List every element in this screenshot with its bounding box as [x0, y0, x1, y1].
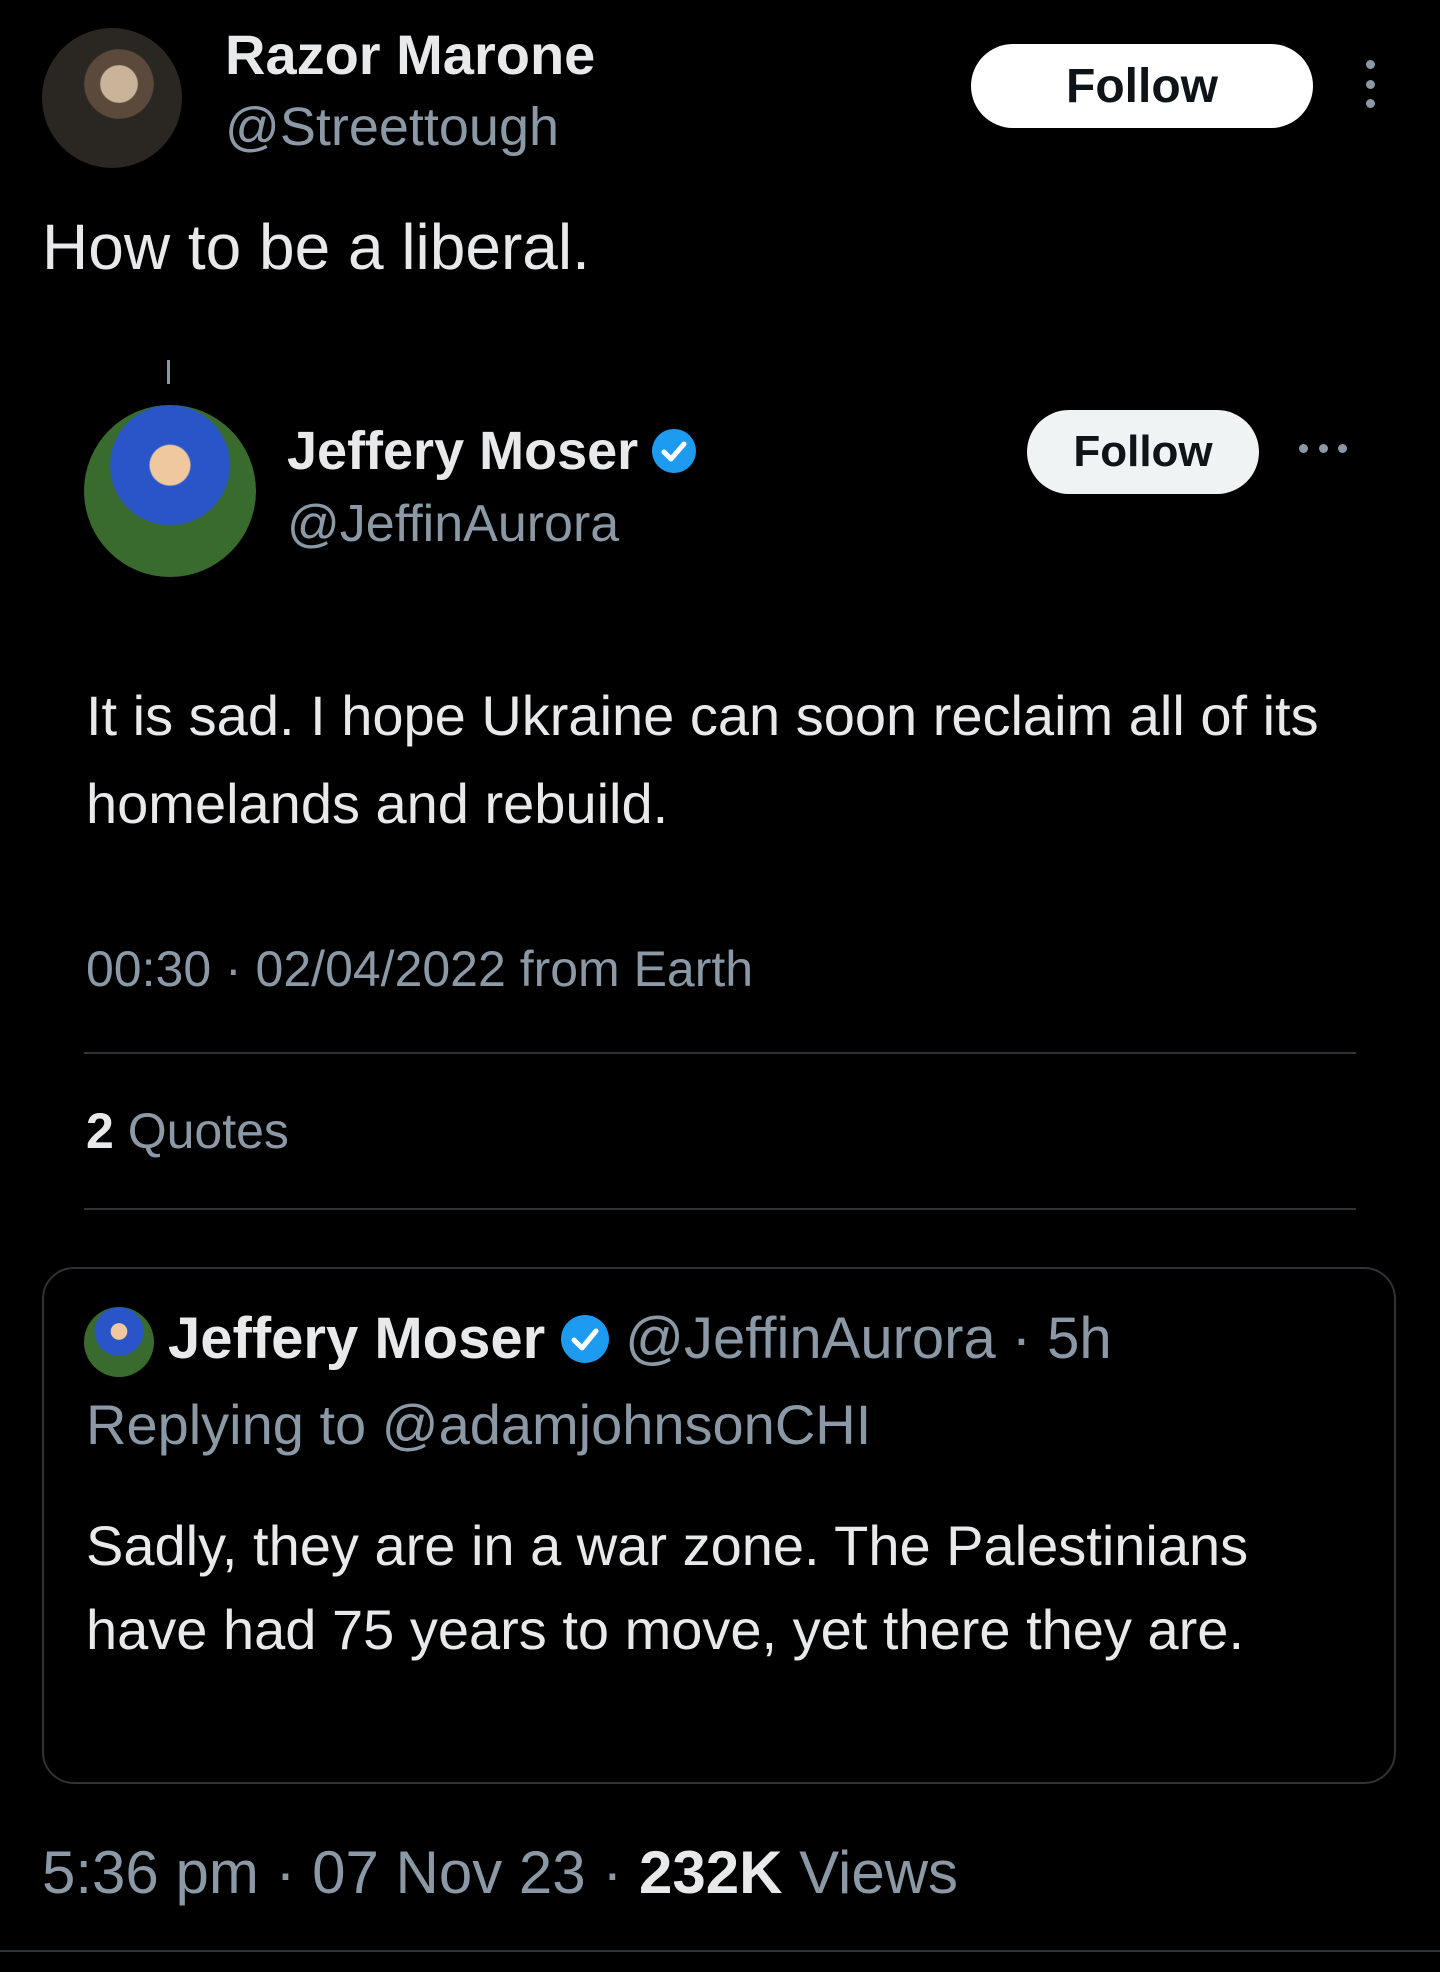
quoted-author-handle: @JeffinAurora	[625, 1306, 996, 1371]
quotes-count: 2	[86, 1103, 114, 1159]
more-dot	[1365, 99, 1375, 108]
verified-badge-icon	[561, 1314, 610, 1363]
embedded-tweet-text: It is sad. I hope Ukraine can soon recla…	[86, 684, 1319, 835]
embedded-follow-button: Follow	[1027, 410, 1259, 494]
tweet-meta: 5:36 pm · 07 Nov 23 · 232K Views	[42, 1838, 958, 1907]
meta-separator: ·	[275, 1839, 296, 1906]
tweet-date[interactable]: 07 Nov 23	[312, 1839, 586, 1906]
embedded-author-avatar	[84, 405, 256, 577]
more-dot	[1365, 79, 1375, 89]
divider	[84, 1208, 1356, 1210]
quotes-label: Quotes	[127, 1103, 289, 1159]
horizontal-ellipsis-icon	[1299, 442, 1347, 454]
embedded-author-name-row: Jeffery Moser	[287, 420, 697, 482]
tweet-time[interactable]: 5:36 pm	[42, 1839, 259, 1906]
replying-to-label: Replying to @adamjohnsonCHI	[86, 1393, 872, 1456]
quoted-author-avatar	[84, 1307, 154, 1377]
divider	[0, 1950, 1440, 1952]
quoted-author-name: Jeffery Moser	[168, 1306, 546, 1371]
outer-tweet-text: How to be a liberal.	[42, 211, 590, 283]
outer-author-name[interactable]: Razor Marone	[225, 22, 595, 87]
thread-line	[167, 360, 170, 384]
views-label: Views	[799, 1839, 959, 1906]
outer-author-handle[interactable]: @Streettough	[225, 96, 559, 158]
more-dot	[1365, 60, 1375, 69]
quoted-tweet-text: Sadly, they are in a war zone. The Pales…	[86, 1514, 1249, 1661]
more-dot	[1318, 443, 1328, 453]
views-count: 232K	[638, 1839, 783, 1906]
divider	[84, 1052, 1356, 1054]
embedded-tweet-timestamp: 00:30 · 02/04/2022 from Earth	[86, 941, 754, 997]
verified-badge-icon	[652, 429, 697, 473]
more-dot	[1299, 443, 1308, 453]
quoted-tweet-age: · 5h	[1011, 1306, 1112, 1371]
vertical-ellipsis-icon[interactable]	[1362, 60, 1378, 108]
more-dot	[1338, 443, 1347, 453]
outer-follow-button[interactable]: Follow	[971, 44, 1313, 128]
embedded-author-handle: @JeffinAurora	[287, 495, 620, 553]
embedded-author-name: Jeffery Moser	[287, 421, 639, 481]
outer-author-avatar[interactable]	[42, 28, 182, 168]
quoted-tweet-header: Jeffery Moser @JeffinAurora · 5h	[168, 1305, 1112, 1372]
meta-separator: ·	[602, 1839, 623, 1906]
embedded-quotes-stat: 2 Quotes	[86, 1102, 289, 1160]
